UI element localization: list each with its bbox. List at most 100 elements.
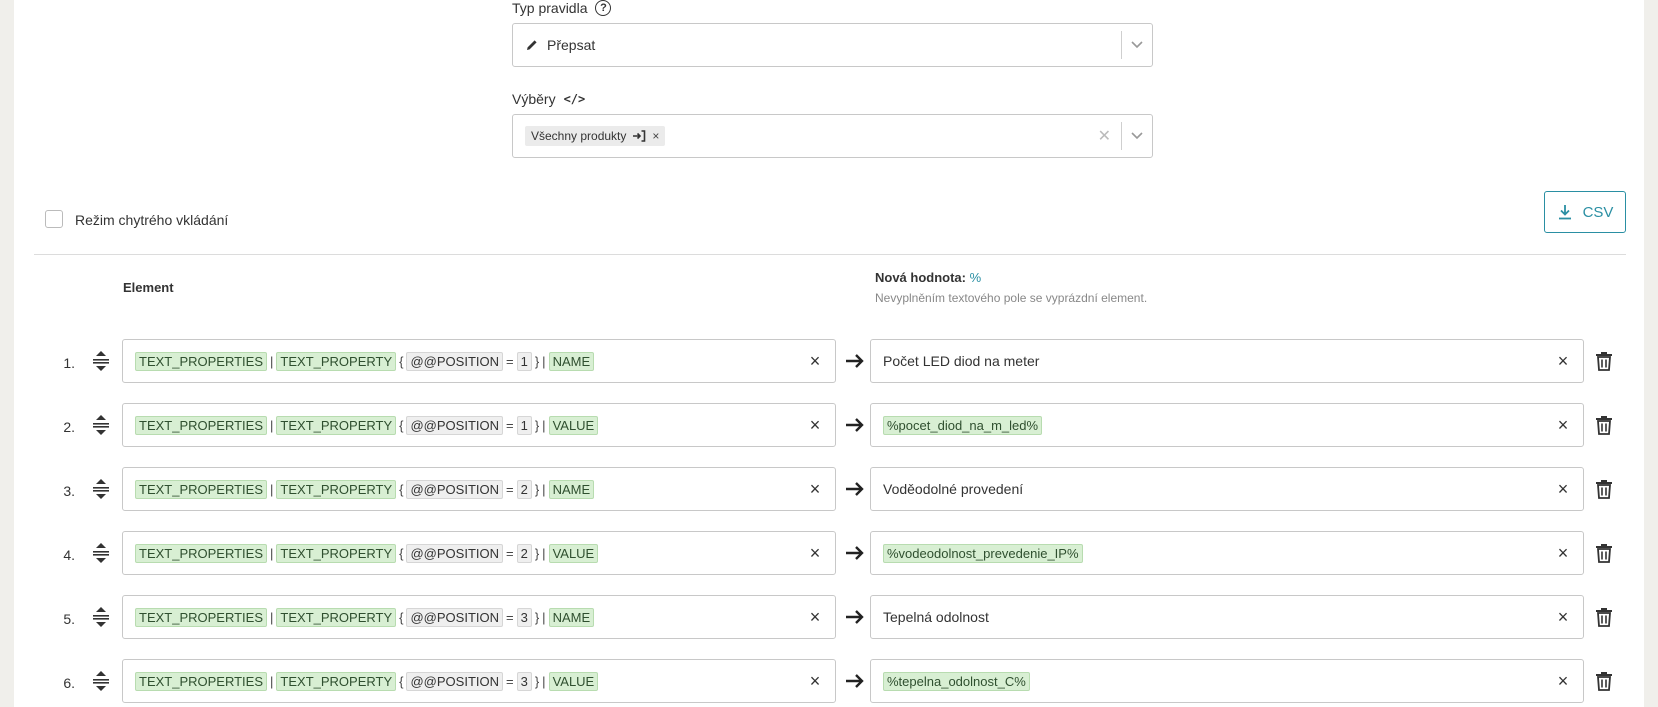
arrow-right-icon xyxy=(846,674,864,688)
path-separator: | xyxy=(270,353,274,369)
path-separator: | xyxy=(542,609,546,625)
row-number: 5. xyxy=(63,611,75,627)
trash-icon[interactable] xyxy=(1594,478,1614,500)
chip-remove-icon[interactable]: × xyxy=(652,129,659,143)
help-icon[interactable]: ? xyxy=(595,0,612,16)
drag-handle-icon[interactable] xyxy=(90,349,112,373)
new-value-input[interactable]: Tepelná odolnost × xyxy=(870,595,1584,639)
path-token: TEXT_PROPERTIES xyxy=(135,479,268,499)
chevron-down-icon[interactable] xyxy=(1122,115,1152,157)
element-input[interactable]: TEXT_PROPERTIES | TEXT_PROPERTY{@@POSITION… xyxy=(122,595,836,639)
attribute-token: @@POSITION xyxy=(406,351,503,371)
new-value-input[interactable]: %pocet_diod_na_m_led% × xyxy=(870,403,1584,447)
position-token: 1 xyxy=(516,351,532,371)
path-token: TEXT_PROPERTY xyxy=(276,671,397,691)
percent-symbol[interactable]: % xyxy=(970,270,982,285)
rule-type-label-text: Typ pravidla xyxy=(512,0,588,16)
download-icon xyxy=(1558,205,1571,220)
position-token: 3 xyxy=(516,671,532,691)
clear-element-icon[interactable]: × xyxy=(795,543,835,564)
new-value-input[interactable]: Počet LED diod na meter × xyxy=(870,339,1584,383)
rule-row: 1. TEXT_PROPERTIES | TEXT_PROPERTY{@@POSITI… xyxy=(14,339,1644,383)
rule-editor-panel: Typ pravidla ? Přepsat Výběry </> Všechn… xyxy=(14,0,1644,707)
clear-value-icon[interactable]: × xyxy=(1543,479,1583,500)
smart-insert-label: Režim chytrého vkládání xyxy=(75,212,229,228)
clear-element-icon[interactable]: × xyxy=(795,351,835,372)
path-separator: | xyxy=(542,353,546,369)
rule-type-label: Typ pravidla ? xyxy=(512,0,612,16)
arrow-right-icon xyxy=(846,546,864,560)
path-token: TEXT_PROPERTIES xyxy=(135,543,268,563)
drag-handle-icon[interactable] xyxy=(90,669,112,693)
chevron-down-icon[interactable] xyxy=(1122,24,1152,66)
path-separator: | xyxy=(270,609,274,625)
path-separator: | xyxy=(542,417,546,433)
smart-insert-checkbox[interactable] xyxy=(45,210,63,228)
path-token: TEXT_PROPERTY xyxy=(276,607,397,627)
element-input[interactable]: TEXT_PROPERTIES | TEXT_PROPERTY{@@POSITION… xyxy=(122,339,836,383)
brace-close: } xyxy=(534,545,540,561)
path-token: TEXT_PROPERTY xyxy=(276,415,397,435)
clear-value-icon[interactable]: × xyxy=(1543,607,1583,628)
clear-value-icon[interactable]: × xyxy=(1543,415,1583,436)
new-value-input[interactable]: Voděodolné provedení × xyxy=(870,467,1584,511)
path-token: VALUE xyxy=(548,543,599,563)
clear-value-icon[interactable]: × xyxy=(1543,543,1583,564)
code-icon[interactable]: </> xyxy=(564,92,586,106)
brace-open: { xyxy=(399,417,404,433)
csv-download-button[interactable]: CSV xyxy=(1544,191,1626,233)
trash-icon[interactable] xyxy=(1594,670,1614,692)
clear-value-icon[interactable]: × xyxy=(1543,351,1583,372)
clear-element-icon[interactable]: × xyxy=(795,671,835,692)
selections-select[interactable]: Všechny produkty × ✕ xyxy=(512,114,1153,158)
trash-icon[interactable] xyxy=(1594,350,1614,372)
new-value-column-header: Nová hodnota: % xyxy=(875,270,981,285)
variable-token: %vodeodolnost_prevedenie_IP% xyxy=(883,543,1083,563)
rule-row: 5. TEXT_PROPERTIES | TEXT_PROPERTY{@@POSITI… xyxy=(14,595,1644,639)
element-input[interactable]: TEXT_PROPERTIES | TEXT_PROPERTY{@@POSITION… xyxy=(122,531,836,575)
trash-icon[interactable] xyxy=(1594,606,1614,628)
drag-handle-icon[interactable] xyxy=(90,605,112,629)
brace-open: { xyxy=(399,673,404,689)
clear-element-icon[interactable]: × xyxy=(795,479,835,500)
clear-element-icon[interactable]: × xyxy=(795,415,835,436)
rule-type-select[interactable]: Přepsat xyxy=(512,23,1153,67)
new-value-input[interactable]: %vodeodolnost_prevedenie_IP% × xyxy=(870,531,1584,575)
position-token: 2 xyxy=(516,479,532,499)
brace-open: { xyxy=(399,481,404,497)
element-path: TEXT_PROPERTIES | TEXT_PROPERTY{@@POSITION… xyxy=(123,543,795,563)
row-number: 6. xyxy=(63,675,75,691)
equals-sign: = xyxy=(506,481,514,497)
path-token: NAME xyxy=(548,351,595,371)
drag-handle-icon[interactable] xyxy=(90,477,112,501)
clear-icon[interactable]: ✕ xyxy=(1098,126,1111,146)
position-token: 1 xyxy=(516,415,532,435)
path-separator: | xyxy=(542,545,546,561)
brace-close: } xyxy=(534,481,540,497)
arrow-right-icon xyxy=(846,482,864,496)
clear-value-icon[interactable]: × xyxy=(1543,671,1583,692)
element-path: TEXT_PROPERTIES | TEXT_PROPERTY{@@POSITION… xyxy=(123,671,795,691)
path-separator: | xyxy=(542,481,546,497)
trash-icon[interactable] xyxy=(1594,542,1614,564)
element-input[interactable]: TEXT_PROPERTIES | TEXT_PROPERTY{@@POSITION… xyxy=(122,467,836,511)
new-value-input[interactable]: %tepelna_odolnost_C% × xyxy=(870,659,1584,703)
element-input[interactable]: TEXT_PROPERTIES | TEXT_PROPERTY{@@POSITION… xyxy=(122,659,836,703)
arrow-right-icon xyxy=(846,354,864,368)
path-token: TEXT_PROPERTIES xyxy=(135,671,268,691)
clear-element-icon[interactable]: × xyxy=(795,607,835,628)
element-input[interactable]: TEXT_PROPERTIES | TEXT_PROPERTY{@@POSITION… xyxy=(122,403,836,447)
path-token: TEXT_PROPERTY xyxy=(276,543,397,563)
drag-handle-icon[interactable] xyxy=(90,413,112,437)
path-token: VALUE xyxy=(548,415,599,435)
trash-icon[interactable] xyxy=(1594,414,1614,436)
path-separator: | xyxy=(542,673,546,689)
path-token: TEXT_PROPERTIES xyxy=(135,607,268,627)
selection-chip-label: Všechny produkty xyxy=(531,129,627,143)
row-number: 1. xyxy=(63,355,75,371)
drag-handle-icon[interactable] xyxy=(90,541,112,565)
selection-chip: Všechny produkty × xyxy=(525,126,666,146)
position-token: 3 xyxy=(516,607,532,627)
element-path: TEXT_PROPERTIES | TEXT_PROPERTY{@@POSITION… xyxy=(123,479,795,499)
equals-sign: = xyxy=(506,353,514,369)
